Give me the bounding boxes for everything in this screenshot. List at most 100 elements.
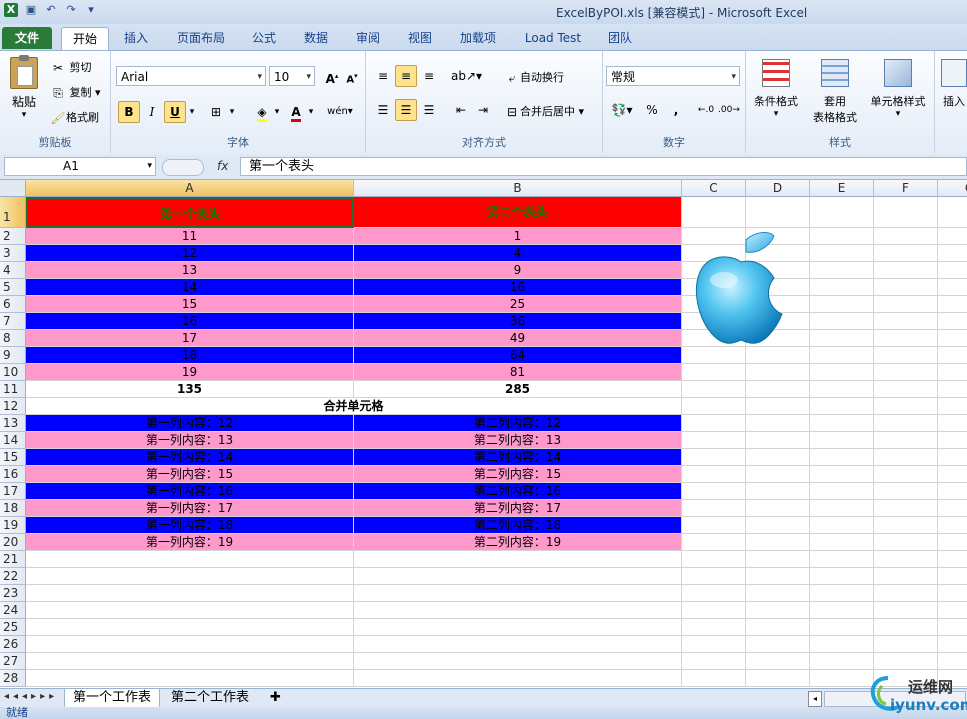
cell[interactable] [26,636,354,653]
cell[interactable] [938,279,967,296]
cell[interactable]: 14 [26,279,354,296]
cell[interactable]: 第一列内容：17 [26,500,354,517]
border-dropdown[interactable]: ▾ [226,101,238,123]
tab-view[interactable]: 视图 [400,27,440,49]
row-header-27[interactable]: 27 [0,653,26,670]
cell[interactable] [682,483,746,500]
cell[interactable] [810,449,874,466]
cell[interactable]: 4 [354,245,682,262]
cell[interactable] [874,296,938,313]
row-header-14[interactable]: 14 [0,432,26,449]
cell[interactable] [810,483,874,500]
cell[interactable] [746,381,810,398]
cell[interactable]: 第二列内容：18 [354,517,682,534]
cell[interactable] [354,568,682,585]
cell[interactable]: 18 [26,347,354,364]
row-header-17[interactable]: 17 [0,483,26,500]
cell[interactable] [354,670,682,687]
cell[interactable] [874,347,938,364]
cell[interactable] [810,381,874,398]
cell[interactable] [810,364,874,381]
increase-indent-icon[interactable]: ⇥ [472,99,494,121]
underline-button[interactable]: U [164,101,186,123]
cell[interactable] [682,197,746,228]
cell[interactable] [874,432,938,449]
italic-button[interactable]: I [141,101,163,123]
cell[interactable] [746,585,810,602]
cell[interactable] [354,619,682,636]
cell[interactable]: 285 [354,381,682,398]
orientation-icon[interactable]: ab↗▾ [450,65,482,87]
column-header-g[interactable]: G [938,180,967,197]
border-icon[interactable]: ⊞ [205,101,227,123]
cell[interactable]: 第二列内容：13 [354,432,682,449]
cell[interactable]: 12 [26,245,354,262]
redo-icon[interactable]: ↷ [64,3,78,17]
merged-cell[interactable]: 合并单元格 [26,398,682,415]
cell[interactable] [938,585,967,602]
cell[interactable] [746,415,810,432]
cell[interactable] [746,197,810,228]
row-header-21[interactable]: 21 [0,551,26,568]
cell[interactable] [810,313,874,330]
row-header-26[interactable]: 26 [0,636,26,653]
sheet-tab-2[interactable]: 第二个工作表 [163,689,257,707]
cell[interactable] [682,585,746,602]
cell[interactable] [810,330,874,347]
row-header-11[interactable]: 11 [0,381,26,398]
cell[interactable] [938,313,967,330]
cell[interactable] [938,500,967,517]
cell[interactable] [938,636,967,653]
cell[interactable]: 49 [354,330,682,347]
cell[interactable] [682,500,746,517]
row-header-6[interactable]: 6 [0,296,26,313]
cell[interactable] [874,197,938,228]
tab-review[interactable]: 审阅 [348,27,388,49]
cell[interactable]: 11 [26,228,354,245]
cell[interactable] [746,500,810,517]
cell[interactable] [938,602,967,619]
cell[interactable] [682,466,746,483]
cell[interactable]: 15 [26,296,354,313]
row-header-19[interactable]: 19 [0,517,26,534]
align-right-icon[interactable]: ☰ [418,99,440,121]
save-icon[interactable]: ▣ [24,3,38,17]
column-header-f[interactable]: F [874,180,938,197]
cell[interactable] [874,262,938,279]
cell[interactable] [938,262,967,279]
row-header-25[interactable]: 25 [0,619,26,636]
tab-formulas[interactable]: 公式 [244,27,284,49]
cell[interactable]: 16 [354,279,682,296]
insert-sheet-icon[interactable]: ✚ [262,689,296,707]
column-header-e[interactable]: E [810,180,874,197]
cell[interactable] [810,500,874,517]
cell[interactable] [874,415,938,432]
cell[interactable] [682,432,746,449]
bold-button[interactable]: B [118,101,140,123]
cell[interactable] [682,619,746,636]
align-center-icon[interactable]: ☰ [395,99,417,121]
column-header-b[interactable]: B [354,180,682,197]
cell[interactable] [874,585,938,602]
decrease-decimal-icon[interactable]: .00→ [717,99,740,121]
row-header-3[interactable]: 3 [0,245,26,262]
decrease-indent-icon[interactable]: ⇤ [450,99,472,121]
cell[interactable]: 第一列内容：15 [26,466,354,483]
cell[interactable] [682,449,746,466]
cell[interactable] [746,636,810,653]
column-header-d[interactable]: D [746,180,810,197]
row-header-5[interactable]: 5 [0,279,26,296]
sheet-nav-icon[interactable]: ◂◂◂▸▸▸ [4,691,58,702]
cell[interactable]: 第二列内容：19 [354,534,682,551]
cell[interactable]: 25 [354,296,682,313]
select-all-button[interactable] [0,180,26,197]
cell[interactable]: 81 [354,364,682,381]
cell[interactable] [810,296,874,313]
cell[interactable] [874,653,938,670]
cell[interactable] [682,602,746,619]
tab-insert[interactable]: 插入 [116,27,156,49]
cell[interactable] [810,517,874,534]
cell[interactable] [938,347,967,364]
cell[interactable]: 第二个表头 [354,197,682,228]
cell[interactable] [746,670,810,687]
